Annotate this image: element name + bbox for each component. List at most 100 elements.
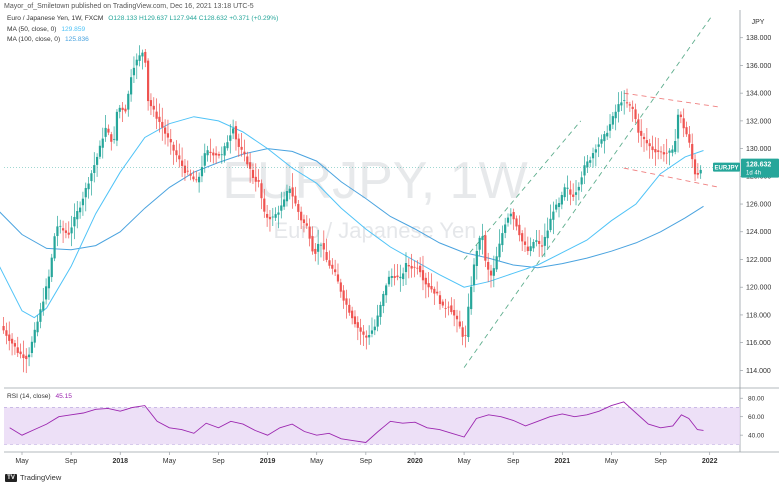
candle-up	[577, 186, 580, 191]
candle-up	[115, 111, 119, 141]
candle-down	[124, 108, 127, 112]
rsi-band	[4, 407, 740, 445]
candle-down	[421, 270, 425, 281]
candle-down	[365, 335, 368, 338]
candle-down	[246, 156, 249, 165]
publisher-line: Mayor_of_Smiletown published on TradingV…	[4, 3, 254, 10]
tradingview-logo-icon: TV	[5, 473, 17, 482]
candle-up	[498, 243, 501, 258]
candle-down	[243, 151, 246, 155]
candle-up	[495, 256, 498, 270]
candle-down	[679, 114, 682, 118]
candle-up	[87, 183, 90, 190]
candle-up	[620, 102, 623, 106]
candle-up	[589, 160, 592, 163]
candle-down	[413, 266, 416, 268]
candle-up	[198, 176, 201, 183]
candle-up	[603, 134, 606, 142]
candle-up	[373, 326, 376, 331]
candle-up	[504, 224, 507, 233]
candle-up	[203, 153, 206, 166]
candle-down	[217, 154, 221, 156]
candle-down	[351, 310, 354, 319]
candle-up	[594, 149, 597, 153]
candle-up	[127, 93, 130, 110]
candle-up	[557, 203, 561, 208]
candle-down	[260, 183, 263, 199]
candle-up	[39, 309, 42, 322]
candle-down	[161, 121, 164, 128]
candle-down	[640, 130, 643, 136]
y-tick-label: 136.000	[746, 63, 771, 70]
candle-down	[121, 107, 124, 111]
candle-down	[64, 230, 68, 233]
candle-up	[478, 237, 481, 250]
candle-down	[523, 241, 527, 245]
candle-up	[280, 205, 283, 211]
candle-down	[22, 354, 25, 359]
rsi-tick-label: 40.00	[748, 432, 765, 439]
candle-up	[606, 132, 609, 137]
candle-down	[642, 136, 646, 140]
candle-down	[339, 282, 342, 292]
candle-down	[441, 301, 444, 306]
candle-down	[691, 144, 694, 160]
candle-down	[518, 224, 521, 236]
candle-down	[455, 315, 459, 320]
candle-down	[654, 149, 657, 153]
candle-up	[509, 213, 512, 217]
x-tick-label: Sep	[507, 458, 520, 465]
candle-down	[433, 288, 436, 294]
candle-up	[563, 187, 566, 198]
x-tick-label: 2018	[112, 458, 128, 465]
candle-up	[130, 77, 133, 95]
x-tick-label: May	[605, 458, 619, 465]
tradingview-brand: TradingView	[20, 473, 62, 482]
watermark-symbol: EURJPY, 1W	[222, 152, 527, 210]
candle-down	[651, 146, 654, 151]
candle-down	[419, 265, 422, 273]
candle-up	[382, 293, 385, 307]
candle-down	[328, 260, 331, 266]
y-tick-label: 138.000	[746, 35, 771, 42]
candle-down	[13, 343, 17, 347]
candle-down	[625, 102, 629, 104]
candle-down	[237, 138, 240, 147]
candle-up	[532, 241, 535, 249]
candle-down	[257, 180, 260, 182]
x-tick-label: Sep	[65, 458, 78, 465]
candle-up	[33, 329, 36, 343]
candle-up	[597, 144, 600, 147]
candle-down	[110, 134, 113, 142]
candle-up	[574, 192, 578, 195]
candle-up	[549, 218, 552, 231]
candle-down	[311, 236, 314, 252]
tradingview-logo[interactable]: TV TradingView	[5, 473, 61, 482]
x-tick-label: 2019	[260, 458, 276, 465]
chart-canvas[interactable]: EURJPY, 1WEuro / Japanese Yen114.000116.…	[0, 0, 780, 484]
candle-down	[464, 334, 467, 336]
y-tick-label: 130.000	[746, 146, 771, 153]
legend-symbol-title: Euro / Japanese Yen, 1W, FXCM	[7, 15, 104, 22]
candle-down	[234, 126, 238, 140]
y-tick-label: 122.000	[746, 257, 771, 264]
candle-up	[285, 191, 289, 202]
y-tick-label: 114.000	[746, 368, 771, 375]
price-tag-value: 128.632	[746, 162, 771, 169]
candle-down	[308, 226, 311, 239]
candle-up	[223, 146, 226, 156]
candle-down	[438, 295, 442, 305]
candle-down	[648, 143, 651, 147]
candle-up	[27, 354, 31, 358]
rsi-tick-label: 60.00	[748, 414, 765, 421]
candle-down	[396, 275, 399, 278]
candle-down	[353, 316, 357, 325]
legend-ma50: MA (50, close, 0) 129.859	[7, 26, 85, 33]
y-tick-label: 126.000	[746, 201, 771, 208]
candle-up	[555, 204, 558, 210]
candle-up	[385, 285, 388, 296]
candle-up	[59, 225, 62, 227]
x-tick-label: May	[457, 458, 471, 465]
candle-up	[614, 111, 617, 119]
legend-ma50-label: MA (50, close, 0)	[7, 26, 57, 33]
